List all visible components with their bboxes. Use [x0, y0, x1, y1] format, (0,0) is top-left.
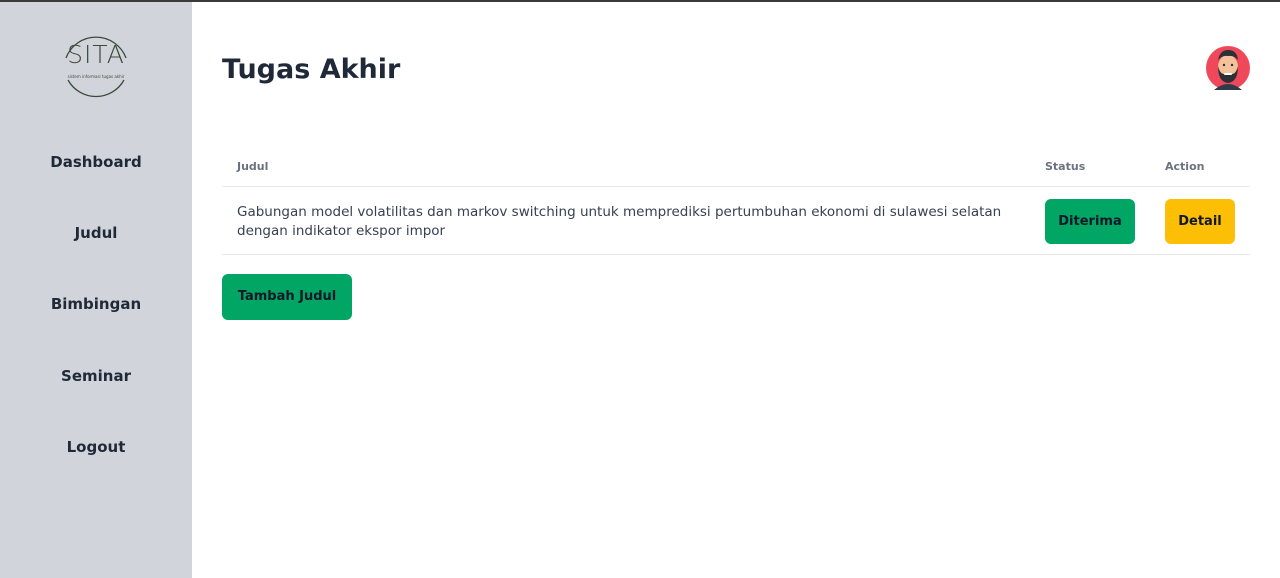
status-badge-diterima[interactable]: Diterima [1045, 199, 1135, 244]
table-divider [222, 254, 1250, 255]
column-header-action: Action [1165, 160, 1205, 173]
sidebar-item-bimbingan[interactable]: Bimbingan [0, 295, 192, 313]
sidebar-item-judul[interactable]: Judul [0, 224, 192, 242]
sidebar-item-logout[interactable]: Logout [0, 438, 192, 456]
avatar[interactable] [1206, 46, 1250, 90]
sita-logo[interactable]: SITA sistem informasi tugas akhir [58, 28, 134, 104]
cell-judul: Gabungan model volatilitas dan markov sw… [237, 204, 1002, 239]
table-divider [222, 186, 1250, 187]
column-header-judul: Judul [237, 160, 269, 173]
detail-button[interactable]: Detail [1165, 199, 1235, 244]
logo-title: SITA [67, 40, 125, 69]
sidebar: SITA sistem informasi tugas akhir Dashbo… [0, 2, 192, 578]
sidebar-item-seminar[interactable]: Seminar [0, 367, 192, 385]
column-header-status: Status [1045, 160, 1086, 173]
tambah-judul-button[interactable]: Tambah Judul [222, 274, 352, 320]
bearded-man-avatar-icon [1206, 46, 1250, 90]
sidebar-item-dashboard[interactable]: Dashboard [0, 153, 192, 171]
page-title: Tugas Akhir [222, 54, 401, 85]
logo-subtitle: sistem informasi tugas akhir [67, 74, 125, 79]
